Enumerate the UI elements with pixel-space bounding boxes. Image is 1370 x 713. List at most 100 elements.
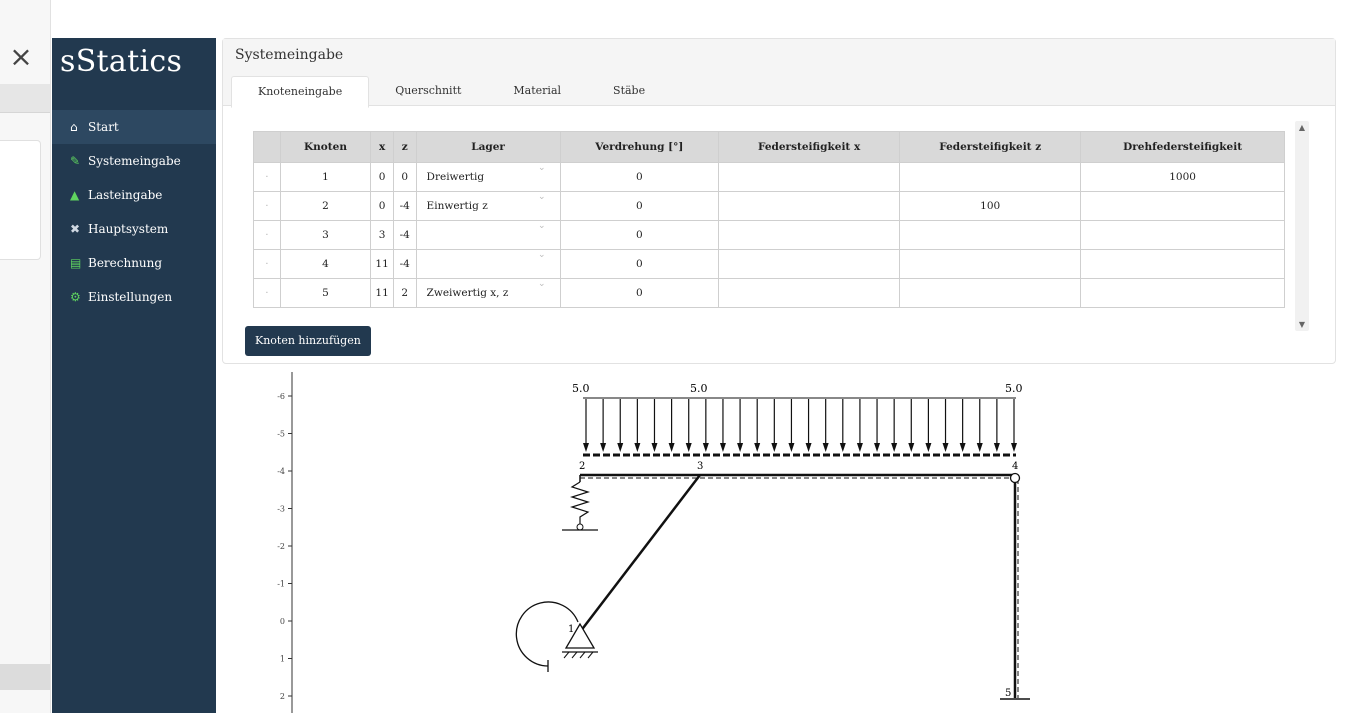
cell-lager[interactable]: Einwertig z ⌄: [415, 191, 561, 221]
load-arrowhead: [993, 443, 1000, 452]
spring-support-icon: [562, 475, 598, 531]
dropdown-arrow-icon[interactable]: ⌄: [538, 164, 546, 174]
cell-drehfedersteifigkeit[interactable]: [1080, 220, 1285, 250]
load-arrowhead: [754, 443, 761, 452]
cell-drehfedersteifigkeit[interactable]: [1080, 249, 1285, 279]
sidebar-item-systemeingabe[interactable]: ✎ Systemeingabe: [52, 144, 216, 178]
row-select-handle[interactable]: ·: [253, 278, 281, 308]
panel-header: Systemeingabe Knoteneingabe Querschnitt …: [223, 39, 1335, 108]
cell-drehfedersteifigkeit[interactable]: [1080, 278, 1285, 308]
cell-z[interactable]: 0: [392, 162, 417, 192]
load-arrowhead: [925, 443, 932, 452]
sidebar-item-label: Systemeingabe: [88, 154, 181, 168]
y-tick-label: 2: [280, 692, 285, 701]
cell-lager[interactable]: ⌄: [415, 249, 561, 279]
cell-verdrehung[interactable]: 0: [559, 220, 720, 250]
sidebar-item-lasteingabe[interactable]: ▲ Lasteingabe: [52, 178, 216, 212]
cell-knoten[interactable]: 2: [279, 191, 372, 221]
cell-lager[interactable]: Zweiwertig x, z ⌄: [415, 278, 561, 308]
cell-federsteifigkeit-x[interactable]: [718, 220, 901, 250]
table-row[interactable]: · 5 11 2 Zweiwertig x, z ⌄ 0: [253, 278, 1285, 308]
cell-knoten[interactable]: 3: [279, 220, 372, 250]
load-label-right: 5.0: [1005, 382, 1023, 395]
cell-x[interactable]: 0: [370, 191, 394, 221]
sidebar-item-hauptsystem[interactable]: ✖ Hauptsystem: [52, 212, 216, 246]
col-z: z: [392, 131, 417, 163]
tab-knoteneingabe[interactable]: Knoteneingabe: [231, 76, 370, 108]
cell-federsteifigkeit-z[interactable]: [899, 220, 1082, 250]
table-scrollbar[interactable]: ▲ ▼: [1295, 121, 1309, 331]
load-arrowhead: [668, 443, 675, 452]
sidebar-item-label: Lasteingabe: [88, 188, 163, 202]
load-arrowhead: [942, 443, 949, 452]
cell-federsteifigkeit-z[interactable]: 100: [899, 191, 1082, 221]
scroll-down-icon[interactable]: ▼: [1295, 320, 1309, 329]
structure-plot: -6-5-4-3-2-1012 5.0 5.0 5.0 2 3 4 1 5: [277, 372, 1030, 713]
cell-federsteifigkeit-x[interactable]: [718, 249, 901, 279]
cell-federsteifigkeit-z[interactable]: [899, 278, 1082, 308]
row-select-handle[interactable]: ·: [253, 191, 281, 221]
sidebar-item-label: Einstellungen: [88, 290, 173, 304]
cell-x[interactable]: 11: [370, 249, 394, 279]
cell-x[interactable]: 11: [370, 278, 394, 308]
y-tick-label: -1: [277, 580, 285, 589]
cell-federsteifigkeit-x[interactable]: [718, 191, 901, 221]
cell-verdrehung[interactable]: 0: [559, 162, 720, 192]
tab-material[interactable]: Material: [487, 76, 587, 106]
cell-z[interactable]: -4: [392, 220, 417, 250]
cell-x[interactable]: 0: [370, 162, 394, 192]
cell-z[interactable]: -4: [392, 249, 417, 279]
cell-knoten[interactable]: 5: [279, 278, 372, 308]
cell-z[interactable]: 2: [392, 278, 417, 308]
cell-verdrehung[interactable]: 0: [559, 249, 720, 279]
cell-drehfedersteifigkeit[interactable]: [1080, 191, 1285, 221]
panel-title: Systemeingabe: [235, 47, 344, 63]
table-row[interactable]: · 4 11 -4 ⌄ 0: [253, 249, 1285, 279]
table-row[interactable]: · 1 0 0 Dreiwertig ⌄ 0 1000: [253, 162, 1285, 192]
load-arrowhead: [822, 443, 829, 452]
cell-federsteifigkeit-x[interactable]: [718, 162, 901, 192]
close-icon[interactable]: ×: [4, 40, 38, 74]
dropdown-arrow-icon[interactable]: ⌄: [538, 251, 546, 261]
cell-lager[interactable]: Dreiwertig ⌄: [415, 162, 561, 192]
scroll-up-icon[interactable]: ▲: [1295, 123, 1309, 132]
row-select-handle[interactable]: ·: [253, 162, 281, 192]
cell-knoten[interactable]: 1: [279, 162, 372, 192]
cell-verdrehung[interactable]: 0: [559, 278, 720, 308]
tab-querschnitt[interactable]: Querschnitt: [369, 76, 487, 106]
node-label-2: 2: [579, 461, 585, 472]
y-tick-label: 1: [280, 655, 285, 664]
calculator-icon: ▤: [70, 256, 82, 270]
cell-federsteifigkeit-z[interactable]: [899, 249, 1082, 279]
cell-federsteifigkeit-z[interactable]: [899, 162, 1082, 192]
y-tick-label: -6: [277, 392, 285, 401]
table-row[interactable]: · 2 0 -4 Einwertig z ⌄ 0 100: [253, 191, 1285, 221]
cell-z[interactable]: -4: [392, 191, 417, 221]
pencil-icon: ✎: [70, 154, 81, 168]
home-icon: ⌂: [70, 120, 78, 134]
cell-x[interactable]: 3: [370, 220, 394, 250]
load-arrowhead: [874, 443, 881, 452]
tab-staebe[interactable]: Stäbe: [587, 76, 671, 106]
sidebar-item-einstellungen[interactable]: ⚙ Einstellungen: [52, 280, 216, 314]
cell-knoten[interactable]: 4: [279, 249, 372, 279]
sidebar: sStatics ⌂ Start ✎ Systemeingabe ▲ Lasteing…: [52, 38, 216, 713]
cell-lager[interactable]: ⌄: [415, 220, 561, 250]
row-select-handle[interactable]: ·: [253, 249, 281, 279]
sidebar-item-label: Start: [88, 120, 119, 134]
dropdown-arrow-icon[interactable]: ⌄: [538, 222, 546, 232]
cell-federsteifigkeit-x[interactable]: [718, 278, 901, 308]
dropdown-arrow-icon[interactable]: ⌄: [538, 280, 546, 290]
cell-verdrehung[interactable]: 0: [559, 191, 720, 221]
lager-value: Zweiwertig x, z: [426, 287, 509, 299]
hinge-icon: [1009, 472, 1021, 484]
row-select-handle[interactable]: ·: [253, 220, 281, 250]
sidebar-item-start[interactable]: ⌂ Start: [52, 110, 216, 144]
system-input-panel: Systemeingabe Knoteneingabe Querschnitt …: [222, 38, 1336, 364]
sidebar-item-berechnung[interactable]: ▤ Berechnung: [52, 246, 216, 280]
add-node-button[interactable]: Knoten hinzufügen: [245, 326, 371, 356]
fixed-support-icon: [515, 601, 598, 672]
cell-drehfedersteifigkeit[interactable]: 1000: [1080, 162, 1285, 192]
table-row[interactable]: · 3 3 -4 ⌄ 0: [253, 220, 1285, 250]
dropdown-arrow-icon[interactable]: ⌄: [538, 193, 546, 203]
